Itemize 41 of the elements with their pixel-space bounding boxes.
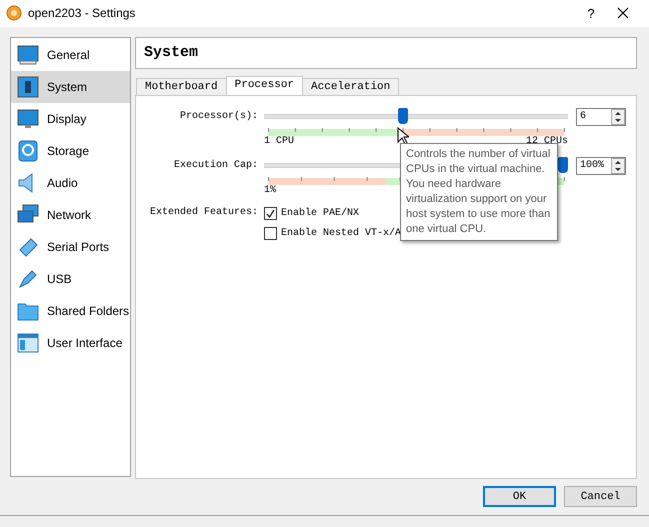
- tab[interactable]: Motherboard: [136, 78, 227, 95]
- field-label: Extended Features:: [148, 206, 258, 218]
- slider-thumb[interactable]: [558, 156, 568, 173]
- sidebar-item[interactable]: Serial Ports: [11, 230, 130, 263]
- checkbox-box[interactable]: [264, 207, 277, 220]
- checkbox[interactable]: Enable Nested VT-x/A: [264, 224, 402, 244]
- cursor-icon: [397, 127, 409, 145]
- chip-icon: [17, 76, 39, 98]
- sidebar-item[interactable]: Shared Folders: [11, 294, 130, 327]
- monitor-icon: [17, 108, 39, 130]
- monitor-icon: [17, 44, 39, 66]
- field-label: Processor(s):: [178, 110, 258, 122]
- sidebar-item[interactable]: Network: [11, 198, 130, 231]
- min-label: 1%: [264, 184, 276, 198]
- spin-field[interactable]: 100%: [576, 156, 626, 175]
- sidebar-item[interactable]: Display: [11, 102, 130, 135]
- close-icon[interactable]: [617, 7, 629, 20]
- sidebar-item[interactable]: User Interface: [11, 326, 130, 359]
- spin-arrows-icon[interactable]: [611, 158, 625, 174]
- sidebar-item[interactable]: Storage: [11, 134, 130, 167]
- tab[interactable]: Acceleration: [302, 78, 400, 95]
- dialog-button[interactable]: Cancel: [564, 486, 637, 508]
- dialog-button[interactable]: OK: [483, 486, 556, 508]
- page-title: System: [135, 36, 637, 69]
- sidebar-item[interactable]: General: [11, 38, 130, 71]
- spin-arrows-icon[interactable]: [611, 108, 625, 125]
- tab[interactable]: Processor: [226, 76, 304, 95]
- tooltip: Controls the number of virtual CPUs in the virtual machine. You need hardware virtualization support on your host system to use more than one virtual CPU.: [400, 143, 558, 241]
- window-title: open2203 - Settings: [28, 6, 136, 20]
- sidebar-item[interactable]: USB: [11, 262, 130, 295]
- slider-thumb[interactable]: [398, 108, 408, 124]
- spin-field[interactable]: 6: [576, 108, 626, 126]
- min-label: 1 CPU: [264, 136, 294, 149]
- sidebar-item[interactable]: System: [11, 70, 130, 103]
- field-label: Execution Cap:: [172, 158, 258, 171]
- window-icon: [17, 332, 39, 354]
- checkbox[interactable]: Enable PAE/NX: [264, 204, 360, 224]
- help-button[interactable]: ?: [571, 6, 611, 21]
- sidebar-item[interactable]: Audio: [11, 166, 130, 199]
- gear-icon: [6, 5, 22, 22]
- checkbox-box[interactable]: [264, 227, 277, 240]
